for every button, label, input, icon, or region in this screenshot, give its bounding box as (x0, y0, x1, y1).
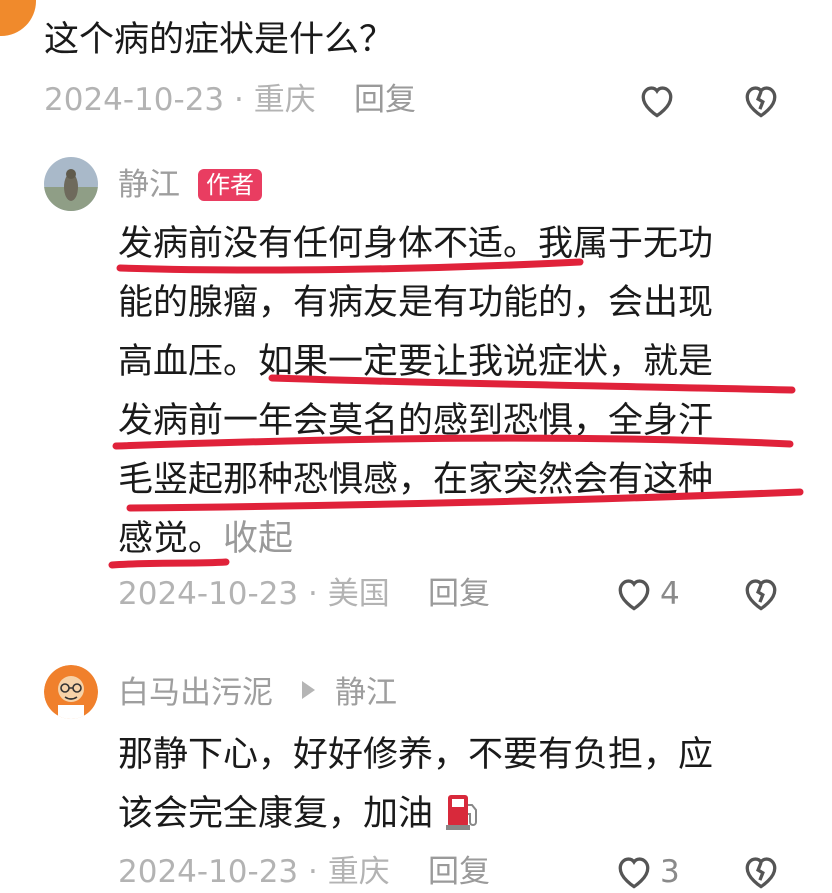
sub-like-heart-icon[interactable] (612, 849, 656, 893)
sub-reply-avatar[interactable] (44, 665, 98, 719)
sub-reply-text: 那静下心，好好修养，不要有负担，应 该会完全康复，加油 (118, 726, 713, 844)
reply-line: 毛竖起那种恐惧感，在家突然会有这种 (118, 460, 714, 500)
sub-reply-button[interactable]: 回复 (428, 852, 490, 892)
author-reply-location: 美国 (327, 576, 390, 612)
sub-reply-location: 重庆 (327, 854, 390, 890)
reply-line: 发病前没有任何身体不适。我属于无功 (118, 224, 714, 264)
collapse-link[interactable]: 收起 (223, 519, 293, 559)
question-meta: 2024-10-23 · 重庆 (44, 80, 316, 120)
question-avatar[interactable] (0, 0, 36, 36)
sub-like-count: 3 (660, 854, 680, 890)
sub-reply-target-name[interactable]: 静江 (335, 673, 397, 713)
author-badge: 作者 (198, 169, 262, 201)
question-reply-button[interactable]: 回复 (354, 80, 416, 120)
reply-line: 感觉。 (118, 519, 224, 559)
sub-reply-author-name[interactable]: 白马出污泥 (118, 673, 273, 713)
meta-separator: · (234, 82, 254, 118)
author-reply-meta: 2024-10-23 · 美国 (118, 574, 390, 614)
reply-line: 那静下心，好好修养，不要有负担，应 (118, 735, 714, 775)
author-reply-date: 2024-10-23 (118, 576, 299, 612)
question-location: 重庆 (253, 82, 316, 118)
author-reply-text: 发病前没有任何身体不适。我属于无功 能的腺瘤，有病友是有功能的，会出现 高血压。… (118, 215, 713, 569)
reply-line-last: 感觉。收起 (118, 510, 713, 569)
question-text: 这个病的症状是什么？ (44, 20, 395, 60)
sub-reply-date: 2024-10-23 (118, 854, 299, 890)
fuel-pump-icon (444, 791, 482, 831)
author-name[interactable]: 静江 (118, 165, 180, 205)
reply-line: 高血压。如果一定要让我说症状，就是 (118, 342, 714, 382)
question-dislike-broken-heart-icon[interactable] (739, 78, 783, 122)
meta-separator: · (308, 576, 328, 612)
meta-separator: · (308, 854, 328, 890)
reply-line-with-emoji: 该会完全康复，加油 (118, 785, 713, 844)
author-like-count: 4 (660, 576, 680, 612)
reply-line: 该会完全康复，加油 (118, 794, 434, 834)
reply-arrow-icon (302, 681, 315, 699)
author-dislike-broken-heart-icon[interactable] (739, 571, 783, 615)
sub-dislike-broken-heart-icon[interactable] (739, 849, 783, 893)
question-date: 2024-10-23 (44, 82, 225, 118)
question-like-heart-icon[interactable] (635, 78, 679, 122)
author-avatar[interactable] (44, 157, 98, 211)
reply-line: 能的腺瘤，有病友是有功能的，会出现 (118, 283, 714, 323)
author-like-heart-icon[interactable] (612, 571, 656, 615)
author-reply-button[interactable]: 回复 (428, 574, 490, 614)
reply-line: 发病前一年会莫名的感到恐惧，全身汗 (118, 401, 714, 441)
sub-reply-meta: 2024-10-23 · 重庆 (118, 852, 390, 892)
